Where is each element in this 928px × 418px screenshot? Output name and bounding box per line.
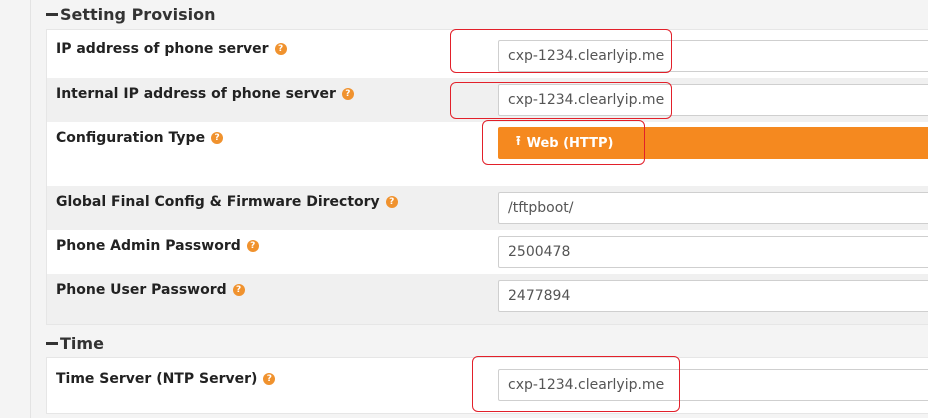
- field-label: Global Final Config & Firmware Directory…: [56, 194, 398, 210]
- form-row-internal-ip-address: Internal IP address of phone server ?: [47, 78, 928, 122]
- ip-address-input[interactable]: [498, 40, 928, 72]
- ntp-server-input[interactable]: [498, 369, 928, 401]
- label-text: Phone Admin Password: [56, 238, 241, 254]
- setting-provision-panel: IP address of phone server ? Internal IP…: [46, 29, 928, 325]
- question-circle-icon[interactable]: ?: [385, 196, 398, 208]
- form-row-ntp-server: Time Server (NTP Server) ?: [47, 358, 928, 413]
- time-panel: Time Server (NTP Server) ?: [46, 357, 928, 414]
- field-label: Phone Admin Password ?: [56, 238, 259, 254]
- minus-icon: [46, 342, 58, 345]
- field-label: IP address of phone server ?: [56, 41, 287, 57]
- label-text: IP address of phone server: [56, 41, 269, 57]
- firmware-directory-input[interactable]: [498, 192, 928, 224]
- question-circle-icon[interactable]: ?: [246, 240, 259, 252]
- internal-ip-address-input[interactable]: [498, 84, 928, 116]
- button-label: Web (HTTP): [526, 135, 614, 151]
- web-http-button[interactable]: ⭱ Web (HTTP): [498, 127, 928, 159]
- form-row-configuration-type: Configuration Type ? ⭱ Web (HTTP): [47, 122, 928, 186]
- label-text: Internal IP address of phone server: [56, 86, 336, 102]
- question-circle-icon[interactable]: ?: [263, 373, 276, 385]
- upload-icon: ⭱: [516, 134, 521, 149]
- section-title: Setting Provision: [60, 5, 216, 24]
- field-label: Configuration Type ?: [56, 130, 224, 146]
- field-label: Internal IP address of phone server ?: [56, 86, 354, 102]
- question-circle-icon[interactable]: ?: [341, 88, 354, 100]
- field-label: Time Server (NTP Server) ?: [56, 371, 276, 387]
- label-text: Phone User Password: [56, 282, 227, 298]
- form-row-firmware-directory: Global Final Config & Firmware Directory…: [47, 186, 928, 230]
- form-row-admin-password: Phone Admin Password ?: [47, 230, 928, 274]
- form-row-ip-address: IP address of phone server ?: [47, 30, 928, 78]
- user-password-input[interactable]: [498, 280, 928, 312]
- section-header-setting-provision[interactable]: Setting Provision: [46, 5, 215, 24]
- question-circle-icon[interactable]: ?: [211, 132, 224, 144]
- page-left-border: [30, 0, 31, 418]
- section-title: Time: [60, 334, 104, 353]
- label-text: Configuration Type: [56, 130, 206, 146]
- question-circle-icon[interactable]: ?: [274, 43, 287, 55]
- form-row-user-password: Phone User Password ?: [47, 274, 928, 324]
- minus-icon: [46, 13, 58, 16]
- admin-password-input[interactable]: [498, 236, 928, 268]
- field-label: Phone User Password ?: [56, 282, 245, 298]
- question-circle-icon[interactable]: ?: [232, 284, 245, 296]
- label-text: Time Server (NTP Server): [56, 371, 258, 387]
- label-text: Global Final Config & Firmware Directory: [56, 194, 380, 210]
- section-header-time[interactable]: Time: [46, 334, 104, 353]
